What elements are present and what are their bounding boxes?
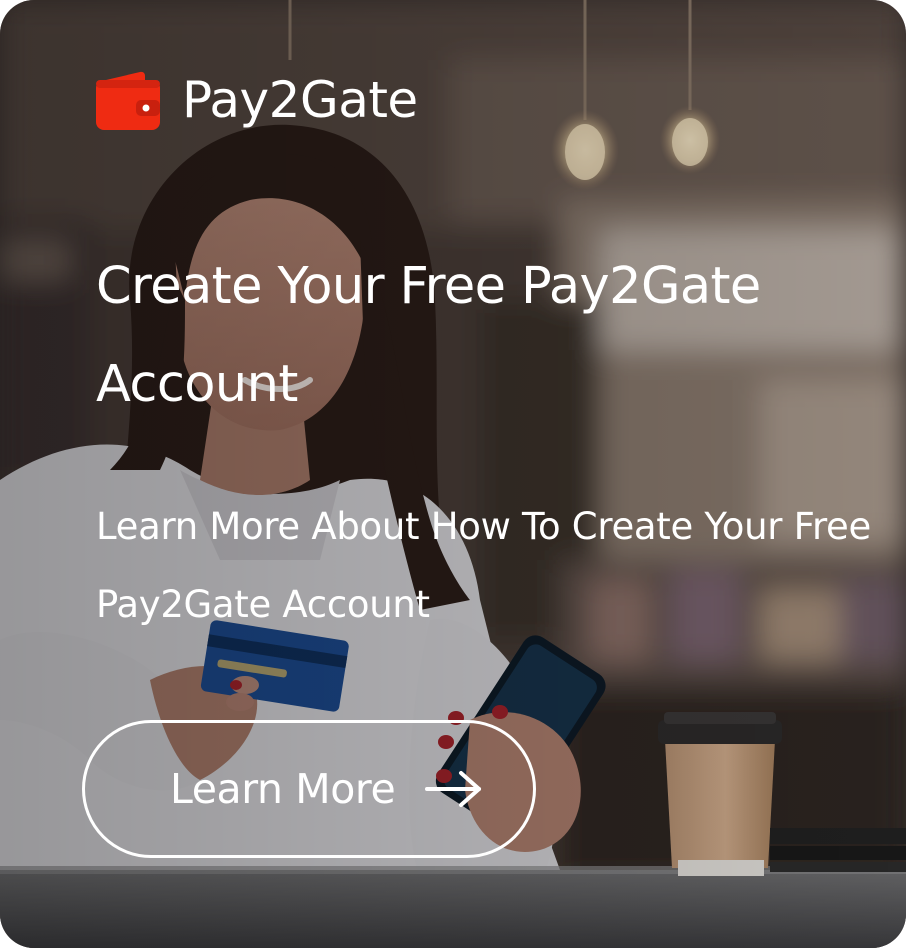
brand-header: Pay2Gate xyxy=(96,70,418,130)
brand-name: Pay2Gate xyxy=(182,71,418,129)
hero-subtext: Learn More About How To Create Your Free… xyxy=(96,505,871,626)
learn-more-button[interactable]: Learn More xyxy=(82,720,536,858)
wallet-icon xyxy=(96,71,160,130)
promo-card: Pay2Gate Create Your Free Pay2Gate Accou… xyxy=(0,0,906,948)
arrow-right-icon xyxy=(425,771,482,807)
hero-headline: Create Your Free Pay2Gate Account xyxy=(96,257,761,414)
learn-more-label: Learn More xyxy=(170,765,396,813)
